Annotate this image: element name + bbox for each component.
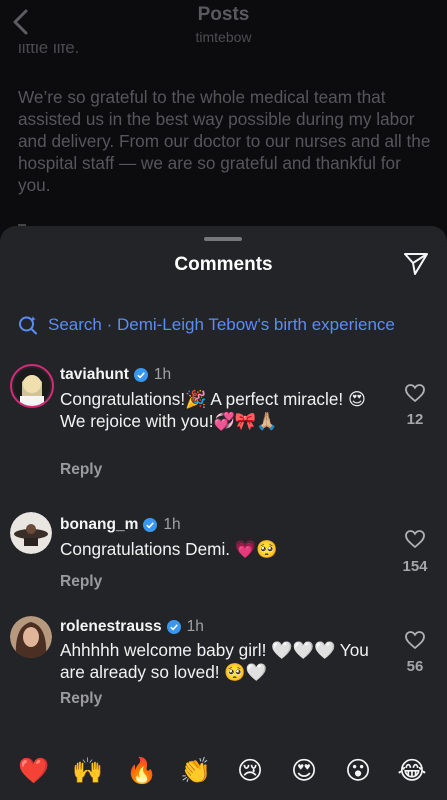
verified-badge-icon [166,620,181,634]
emoji-fire-button[interactable]: 🔥 [123,752,161,790]
post-caption: We’re so grateful to the whole medical t… [18,87,431,195]
comment-username[interactable]: rolenestrauss [60,618,162,636]
emoji-clap-button[interactable]: 👏 [177,752,215,790]
drag-handle[interactable] [204,237,242,241]
reply-button[interactable]: Reply [60,573,102,591]
comment-time: 1h [163,516,181,533]
emoji-heart-button[interactable]: ❤️ [15,752,53,790]
emoji-surprised-button[interactable]: 😮 [339,752,377,790]
emoji-laughing-button[interactable]: 😂 [393,752,431,790]
share-button[interactable] [403,251,429,277]
avatar[interactable] [10,616,52,658]
search-sparkle-icon [19,316,37,335]
emoji-raised-hands-button[interactable]: 🙌 [69,752,107,790]
sheet-title: Comments [174,254,273,275]
like-count: 12 [406,411,424,428]
emoji-reaction-bar: ❤️ 🙌 🔥 👏 😢 😍 😮 😂 [0,752,447,792]
comment-time: 1h [186,618,204,635]
reply-button[interactable]: Reply [60,690,102,708]
reply-button[interactable]: Reply [60,461,102,479]
comment-time: 1h [153,366,172,383]
like-count: 56 [406,658,424,675]
emoji-crying-button[interactable]: 😢 [231,752,269,790]
emoji-heart-eyes-button[interactable]: 😍 [285,752,323,790]
comment-text: Congratulations Demi. 💗🥺 [60,539,278,559]
post-caption-partial: little life. [18,44,80,57]
comments-sheet: Comments Search · Demi-Leigh Tebow's bir… [0,226,447,800]
comment-search[interactable]: Search · Demi-Leigh Tebow's birth experi… [18,312,447,338]
like-heart-icon[interactable] [404,630,426,650]
like-count: 154 [402,558,428,575]
comment-username[interactable]: bonang_m [60,516,138,534]
like-heart-icon[interactable] [404,383,426,403]
avatar[interactable] [10,512,52,554]
comment-text: Ahhhhh welcome baby girl! 🤍🤍🤍 You are al… [60,640,369,682]
send-icon [404,253,428,275]
page-title: Posts [197,4,250,25]
verified-badge-icon [143,518,158,532]
verified-badge-icon [133,368,148,382]
page-subtitle: timtebow [195,29,252,45]
like-heart-icon[interactable] [404,529,426,549]
comment-text: Congratulations!🎉 A perfect miracle! 😍 W… [60,389,366,431]
comment-username[interactable]: taviahunt [60,366,129,384]
search-label: Search · Demi-Leigh Tebow's birth experi… [48,315,395,334]
avatar[interactable] [10,364,54,408]
